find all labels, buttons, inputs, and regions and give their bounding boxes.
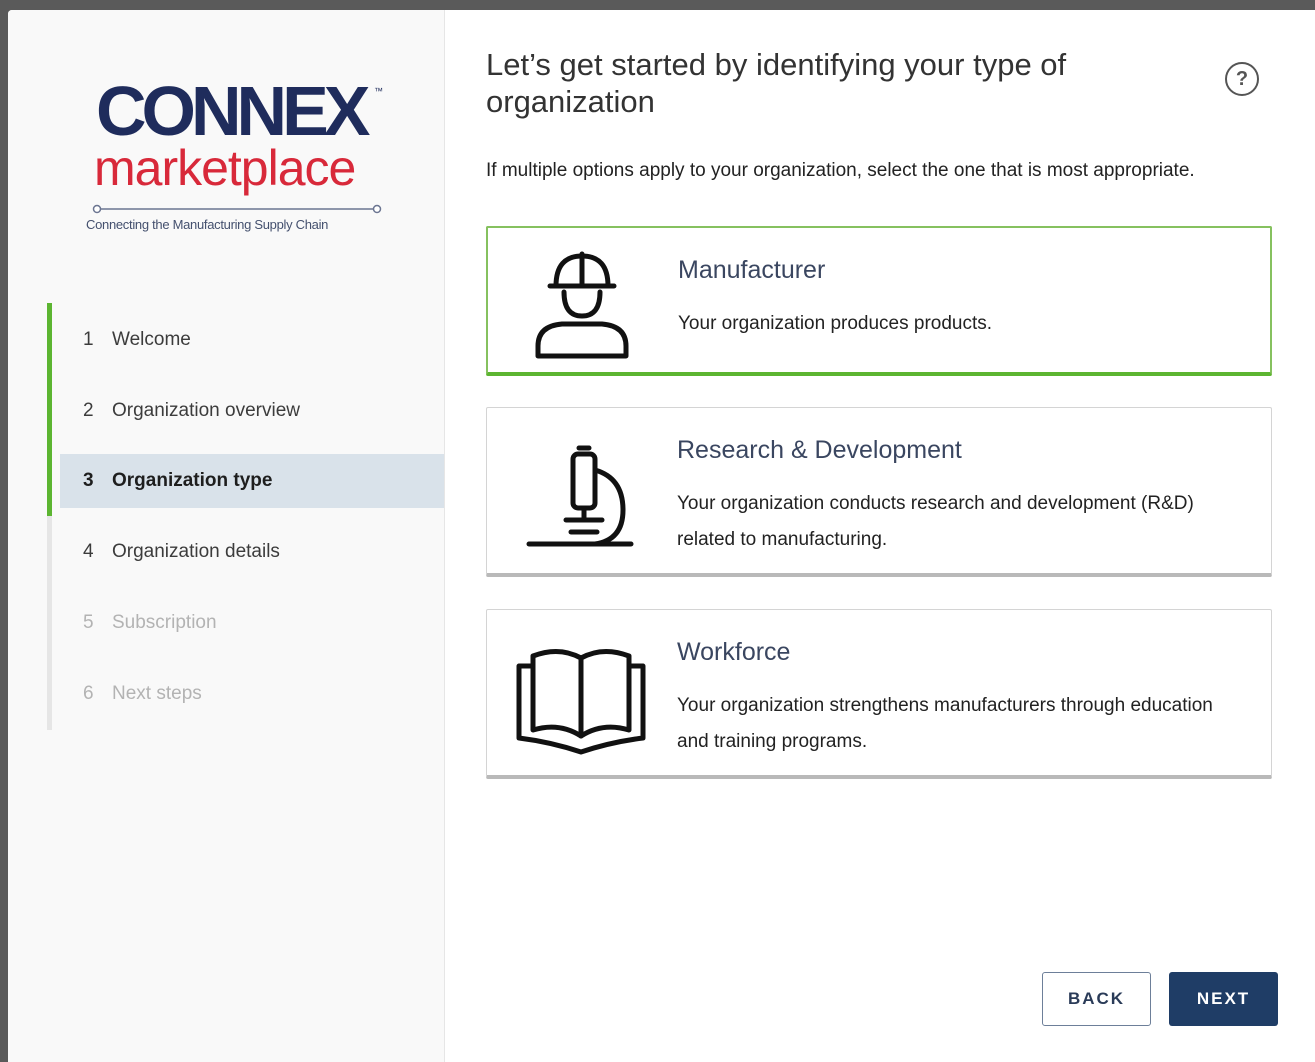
step-next-steps: 6 Next steps	[60, 667, 444, 721]
step-subscription: 5 Subscription	[60, 596, 444, 650]
logo-trademark: ™	[374, 86, 383, 96]
option-description: Your organization strengthens manufactur…	[677, 695, 1213, 752]
logo-product: marketplace	[94, 140, 356, 196]
step-organization-type[interactable]: 3 Organization type	[60, 454, 444, 508]
help-icon[interactable]: ?	[1225, 62, 1259, 96]
onboarding-window: CONNEX ™ marketplace Connecting the Manu…	[8, 10, 1315, 1062]
open-book-icon	[516, 649, 646, 755]
option-title: Manufacturer	[678, 256, 826, 284]
connex-logo: CONNEX ™ marketplace Connecting the Manu…	[82, 76, 392, 240]
option-description: Your organization conducts research and …	[677, 493, 1194, 550]
page-subtitle: If multiple options apply to your organi…	[486, 160, 1195, 181]
page-title: Let’s get started by identifying your ty…	[486, 47, 1067, 119]
option-card-research-development[interactable]: Research & Development Your organization…	[486, 407, 1272, 577]
step-label: Next steps	[112, 683, 202, 704]
next-button[interactable]: NEXT	[1169, 972, 1278, 1026]
help-symbol: ?	[1235, 67, 1249, 90]
step-number: 5	[83, 612, 94, 633]
step-organization-overview[interactable]: 2 Organization overview	[60, 384, 444, 438]
main-content: Let’s get started by identifying your ty…	[444, 10, 1315, 1062]
option-card-manufacturer[interactable]: Manufacturer Your organization produces …	[486, 226, 1272, 376]
option-card-workforce[interactable]: Workforce Your organization strengthens …	[486, 609, 1272, 779]
worker-hardhat-icon	[535, 251, 629, 359]
step-number: 2	[83, 400, 94, 421]
step-label: Subscription	[112, 612, 217, 633]
microscope-icon	[526, 445, 634, 547]
option-description: Your organization produces products.	[678, 313, 993, 334]
logo-brand: CONNEX	[96, 72, 370, 150]
sidebar: CONNEX ™ marketplace Connecting the Manu…	[8, 10, 445, 1062]
logo-connector-line	[92, 204, 382, 214]
step-label: Organization details	[112, 541, 280, 562]
step-label: Organization type	[112, 470, 273, 491]
option-title: Workforce	[677, 638, 791, 666]
step-label: Organization overview	[112, 400, 300, 421]
step-number: 6	[83, 683, 94, 704]
step-organization-details[interactable]: 4 Organization details	[60, 525, 444, 579]
step-welcome[interactable]: 1 Welcome	[60, 313, 444, 367]
steps-progress-bar	[47, 303, 52, 516]
step-label: Welcome	[112, 329, 191, 350]
step-number: 1	[83, 329, 94, 350]
step-number: 3	[83, 470, 94, 491]
back-button[interactable]: BACK	[1042, 972, 1151, 1026]
logo-tagline: Connecting the Manufacturing Supply Chai…	[86, 217, 329, 232]
option-title: Research & Development	[677, 436, 962, 464]
step-number: 4	[83, 541, 94, 562]
